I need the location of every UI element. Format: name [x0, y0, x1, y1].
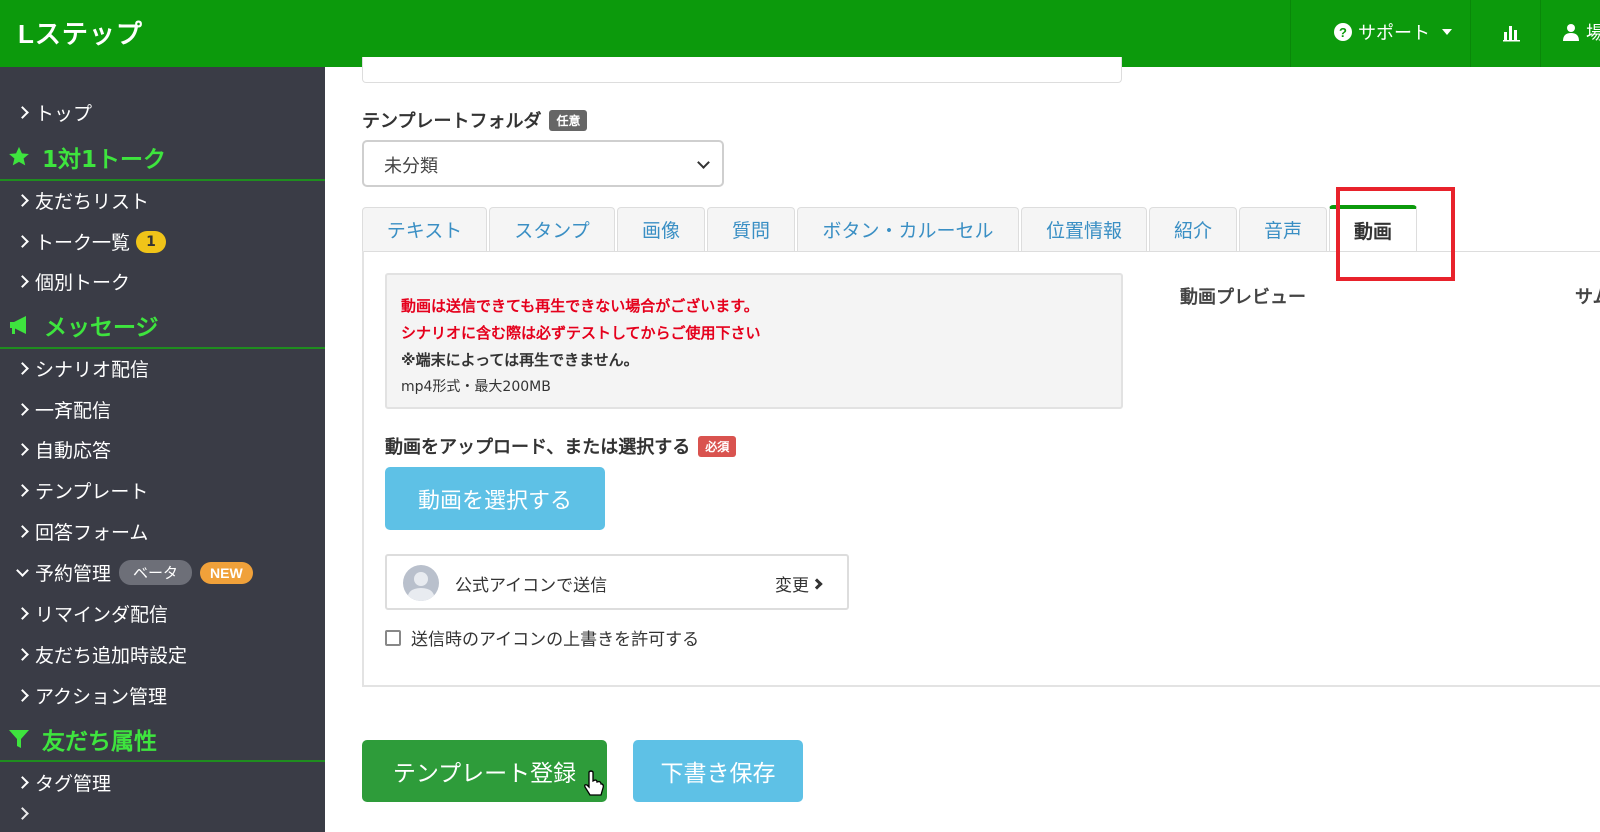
required-tag: 必須	[698, 435, 737, 457]
optional-tag: 任意	[549, 109, 588, 131]
sidebar-item-reservation[interactable]: 予約管理 ベータ NEW	[16, 559, 253, 586]
chevron-right-icon	[16, 194, 29, 207]
tab-stamp[interactable]: スタンプ	[489, 207, 615, 251]
tab-audio[interactable]: 音声	[1239, 207, 1327, 251]
notice-line: ※端末によっては再生できません。	[401, 351, 639, 369]
chevron-right-icon	[16, 807, 29, 820]
sidebar: トップ 1対1トーク 友だちリスト トーク一覧 1 個別トーク メッセージ シナリ…	[0, 67, 325, 832]
sidebar-item-top[interactable]: トップ	[16, 99, 92, 126]
folder-label: テンプレートフォルダ 任意	[362, 107, 588, 133]
notice-line: シナリオに含む際は必ずテストしてからご使用下さい	[401, 324, 761, 342]
tab-button-carousel[interactable]: ボタン・カルーセル	[797, 207, 1019, 251]
icon-send-text: 公式アイコンで送信	[455, 576, 608, 596]
thumbnail-label: サム	[1575, 287, 1600, 308]
question-icon: ?	[1334, 23, 1352, 41]
user-label: 場	[1586, 23, 1600, 44]
video-notice: 動画は送信できても再生できない場合がございます。 シナリオに含む際は必ずテストし…	[385, 273, 1123, 409]
chevron-right-icon	[16, 403, 29, 416]
allow-override-checkbox[interactable]	[385, 629, 401, 646]
megaphone-icon	[10, 316, 26, 334]
sidebar-item-individual-talk[interactable]: 個別トーク	[16, 268, 130, 295]
template-name-input[interactable]	[362, 57, 1122, 83]
sidebar-item-friends-list[interactable]: 友だちリスト	[16, 187, 149, 214]
tab-question[interactable]: 質問	[707, 207, 795, 251]
hand-cursor-icon	[584, 770, 604, 796]
sidebar-item-auto-reply[interactable]: 自動応答	[16, 436, 111, 463]
header-divider	[1290, 0, 1291, 67]
app-logo[interactable]: Lステップ	[18, 14, 143, 51]
sidebar-item-action-manage[interactable]: アクション管理	[16, 682, 167, 709]
sidebar-item-answer-form[interactable]: 回答フォーム	[16, 518, 148, 545]
filter-icon	[9, 730, 29, 748]
sidebar-item-talk-list[interactable]: トーク一覧 1	[16, 228, 167, 255]
allow-override-row: 送信時のアイコンの上書きを許可する	[385, 625, 699, 650]
tab-location[interactable]: 位置情報	[1021, 207, 1147, 251]
bar-chart-icon[interactable]	[1502, 22, 1522, 42]
chevron-down-icon	[697, 156, 710, 169]
sidebar-item-broadcast[interactable]: 一斉配信	[16, 396, 111, 423]
beta-badge: ベータ	[119, 560, 193, 585]
chevron-right-icon	[811, 577, 823, 590]
folder-select[interactable]: 未分類	[362, 140, 724, 187]
unread-count-badge: 1	[136, 230, 167, 253]
header-divider	[1470, 0, 1471, 67]
caret-down-icon	[1442, 29, 1452, 35]
allow-override-label: 送信時のアイコンの上書きを許可する	[411, 630, 700, 650]
chevron-right-icon	[16, 607, 29, 620]
select-video-button[interactable]: 動画を選択する	[385, 467, 605, 530]
tab-text[interactable]: テキスト	[362, 207, 487, 251]
sidebar-item-template[interactable]: テンプレート	[16, 477, 148, 504]
chevron-right-icon	[16, 443, 29, 456]
sidebar-item-scenario[interactable]: シナリオ配信	[16, 355, 149, 382]
chevron-right-icon	[16, 484, 29, 497]
change-icon-button[interactable]: 変更	[775, 571, 823, 596]
chevron-right-icon	[16, 525, 29, 538]
section-divider	[0, 347, 325, 349]
tab-image[interactable]: 画像	[617, 207, 705, 251]
chevron-right-icon	[16, 106, 29, 119]
user-menu[interactable]: 場	[1562, 19, 1600, 45]
chevron-right-icon	[16, 235, 29, 248]
sidebar-item-cutoff[interactable]	[16, 807, 35, 820]
folder-select-value: 未分類	[384, 156, 438, 177]
header-divider	[1540, 0, 1541, 67]
notice-line: mp4形式・最大200MB	[401, 379, 551, 395]
support-label: サポート	[1358, 23, 1430, 44]
chevron-right-icon	[16, 689, 29, 702]
support-menu[interactable]: ? サポート	[1334, 19, 1452, 45]
sidebar-item-reminder[interactable]: リマインダ配信	[16, 600, 168, 627]
chevron-down-icon	[16, 563, 29, 577]
video-preview-label: 動画プレビュー	[1180, 287, 1306, 308]
avatar	[403, 565, 439, 601]
sidebar-section-message: メッセージ	[8, 308, 159, 342]
sidebar-section-talk: 1対1トーク	[8, 140, 166, 174]
sidebar-item-friend-add-setting[interactable]: 友だち追加時設定	[16, 641, 187, 668]
save-draft-button[interactable]: 下書き保存	[633, 740, 803, 802]
user-icon	[1563, 24, 1579, 41]
chevron-right-icon	[16, 648, 29, 661]
section-divider	[0, 760, 325, 762]
upload-label: 動画をアップロード、または選択する 必須	[385, 433, 737, 459]
chevron-right-icon	[16, 362, 29, 375]
sidebar-section-attr: 友だち属性	[8, 722, 157, 756]
tab-introduction[interactable]: 紹介	[1149, 207, 1237, 251]
section-divider	[0, 179, 325, 181]
main-content: テンプレートフォルダ 任意 未分類 テキスト スタンプ 画像 質問 ボタン・カル…	[325, 57, 1600, 832]
chevron-right-icon	[16, 275, 29, 288]
avatar-icon	[407, 572, 435, 601]
sender-icon-setting: 公式アイコンで送信 変更	[385, 554, 849, 610]
star-icon	[9, 146, 29, 166]
chevron-right-icon	[16, 776, 29, 789]
register-template-button[interactable]: テンプレート登録	[362, 740, 607, 802]
notice-line: 動画は送信できても再生できない場合がございます。	[401, 297, 759, 315]
sidebar-item-tag-manage[interactable]: タグ管理	[16, 769, 111, 796]
new-badge: NEW	[200, 561, 253, 584]
